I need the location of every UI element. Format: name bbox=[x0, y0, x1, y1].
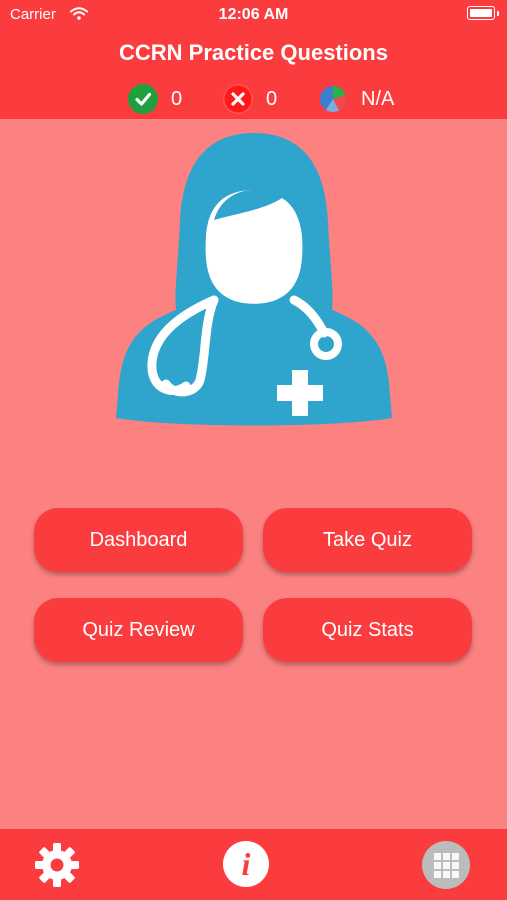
clock: 12:06 AM bbox=[218, 6, 289, 23]
header: Carrier 12:06 AM CCRN Practice Questions… bbox=[0, 0, 507, 119]
svg-text:i: i bbox=[242, 846, 251, 882]
score-summary: 0 0 N/A bbox=[0, 84, 507, 114]
correct-count: 0 bbox=[171, 87, 183, 110]
cross-icon bbox=[223, 84, 253, 114]
quiz-stats-button[interactable]: Quiz Stats bbox=[263, 598, 472, 662]
battery-icon bbox=[467, 6, 499, 20]
correct-stat: 0 bbox=[128, 84, 182, 114]
dashboard-button[interactable]: Dashboard bbox=[34, 508, 243, 572]
wrong-count: 0 bbox=[266, 87, 278, 110]
take-quiz-button[interactable]: Take Quiz bbox=[263, 508, 472, 572]
grid-icon[interactable] bbox=[421, 840, 471, 895]
nurse-illustration bbox=[114, 128, 394, 433]
score-value: N/A bbox=[361, 87, 395, 110]
score-stat: N/A bbox=[318, 84, 394, 114]
wrong-stat: 0 bbox=[223, 84, 277, 114]
bottom-toolbar: i bbox=[0, 829, 507, 900]
checkmark-icon bbox=[128, 84, 158, 114]
info-icon[interactable]: i bbox=[222, 840, 270, 893]
gear-icon[interactable] bbox=[33, 841, 81, 894]
page-title: CCRN Practice Questions bbox=[119, 40, 388, 65]
quiz-review-button[interactable]: Quiz Review bbox=[34, 598, 243, 662]
pie-chart-icon bbox=[318, 84, 348, 114]
status-bar: Carrier 12:06 AM bbox=[0, 0, 507, 30]
